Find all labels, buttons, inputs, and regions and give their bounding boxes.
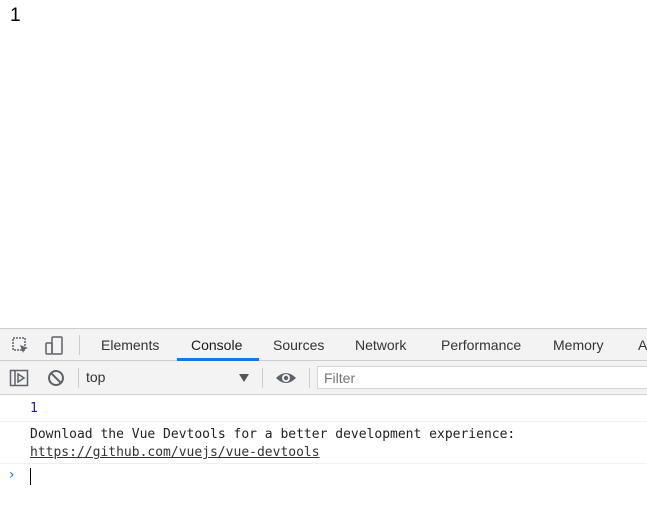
vue-devtools-link[interactable]: https://github.com/vuejs/vue-devtools [30,445,320,460]
context-dropdown-icon[interactable] [239,374,249,382]
text-caret [30,468,31,485]
show-sidebar-icon[interactable] [9,368,29,388]
tab-memory[interactable]: Memory [553,329,604,361]
tab-performance[interactable]: Performance [441,329,521,361]
console-message: 1 [0,395,647,422]
web-page-viewport: 1 [0,0,647,328]
tab-application[interactable]: A [638,329,647,361]
tab-console[interactable]: Console [191,329,242,361]
page-content-text: 1 [10,5,21,26]
console-toolbar: top [0,361,647,395]
tab-elements[interactable]: Elements [101,329,159,361]
toolbar-separator [262,368,263,388]
console-prompt-chevron-icon: › [9,467,15,483]
live-expression-icon[interactable] [275,368,296,388]
devtools-tab-bar: Elements Console Sources Network Perform… [0,328,647,361]
inspect-element-icon[interactable] [11,336,31,356]
console-output: 1 Download the Vue Devtools for a better… [0,395,647,521]
vue-devtools-message: Download the Vue Devtools for a better d… [30,427,516,442]
clear-console-icon[interactable] [46,368,66,388]
console-prompt-input[interactable] [30,465,630,487]
toolbar-separator [309,368,310,388]
tab-network[interactable]: Network [355,329,406,361]
context-selector[interactable]: top [86,361,256,394]
filter-input[interactable] [317,366,647,389]
device-toolbar-icon[interactable] [44,336,64,356]
toolbar-separator [79,335,80,355]
console-message-text: Download the Vue Devtools for a better d… [30,426,515,462]
tab-sources[interactable]: Sources [273,329,324,361]
devtools-panel: Elements Console Sources Network Perform… [0,328,647,521]
console-message-value: 1 [30,401,38,416]
toolbar-separator [78,368,79,388]
console-message: Download the Vue Devtools for a better d… [0,422,647,464]
